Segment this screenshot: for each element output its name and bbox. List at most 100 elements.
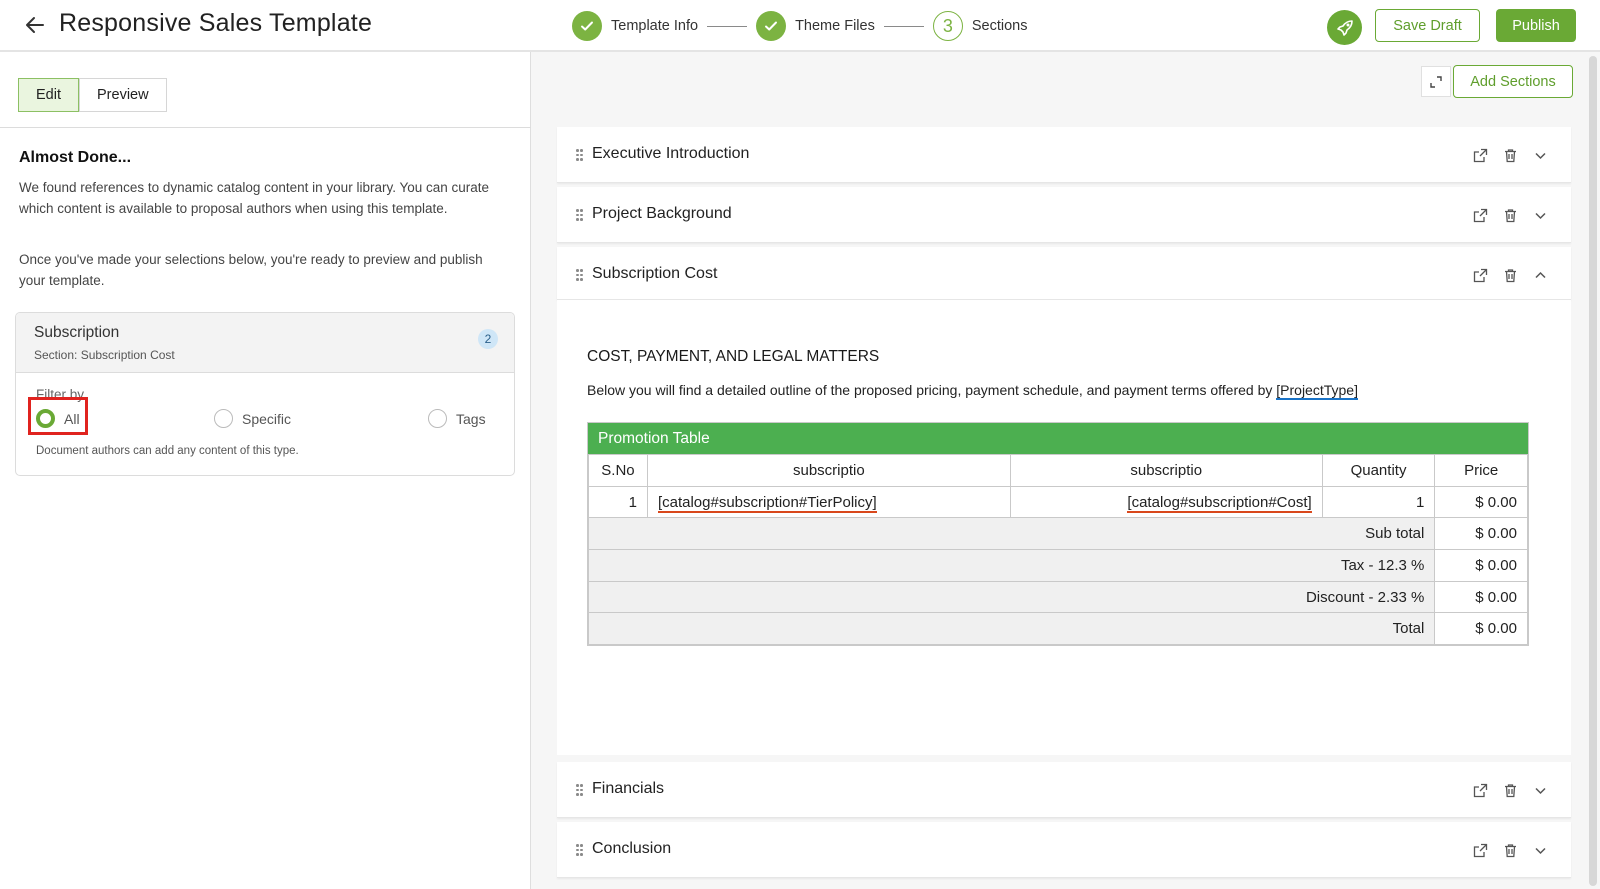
section-content: COST, PAYMENT, AND LEGAL MATTERS Below y…: [557, 300, 1571, 755]
project-type-placeholder[interactable]: [ProjectType]: [1276, 382, 1358, 400]
trash-icon[interactable]: [1502, 842, 1519, 859]
open-external-icon[interactable]: [1472, 842, 1489, 859]
description-text: Below you will find a detailed outline o…: [587, 382, 1273, 398]
trash-icon[interactable]: [1502, 267, 1519, 284]
radio-tags[interactable]: Tags: [428, 409, 486, 428]
check-icon: [756, 11, 787, 41]
section-title: Executive Introduction: [592, 145, 750, 162]
section-conclusion[interactable]: Conclusion: [557, 822, 1571, 878]
promotion-table: Promotion Table S.No subscriptio subscri…: [587, 422, 1529, 647]
section-project-background[interactable]: Project Background: [557, 187, 1571, 243]
section-title: Subscription Cost: [592, 265, 718, 282]
radio-unchecked-icon: [428, 409, 447, 428]
summary-value: $ 0.00: [1434, 612, 1528, 646]
row-sno: 1: [588, 485, 648, 519]
help-text: Document authors can add any content of …: [36, 445, 299, 457]
step-number: 3: [932, 11, 963, 41]
section-subscription-cost[interactable]: Subscription Cost: [557, 247, 1571, 300]
highlight-box: [28, 397, 88, 435]
top-bar: Responsive Sales Template Template Info …: [0, 0, 1600, 52]
content-heading: COST, PAYMENT, AND LEGAL MATTERS: [587, 348, 880, 365]
section-title: Conclusion: [592, 840, 672, 857]
save-draft-button[interactable]: Save Draft: [1375, 9, 1480, 42]
section-executive-introduction[interactable]: Executive Introduction: [557, 127, 1571, 183]
chevron-down-icon[interactable]: [1532, 782, 1549, 799]
summary-row: Discount - 2.33 % $ 0.00: [587, 580, 1528, 614]
radio-all[interactable]: All: [28, 397, 88, 435]
trash-icon[interactable]: [1502, 782, 1519, 799]
expand-icon: [1430, 75, 1442, 88]
summary-value: $ 0.00: [1434, 517, 1528, 551]
check-icon: [572, 11, 602, 41]
radio-specific[interactable]: Specific: [214, 409, 291, 428]
card-header: Subscription Section: Subscription Cost …: [16, 313, 514, 373]
summary-value: $ 0.00: [1434, 549, 1528, 582]
step-theme-files[interactable]: Theme Files: [756, 11, 875, 41]
content-description: Below you will find a detailed outline o…: [587, 382, 1358, 400]
divider: [0, 127, 531, 128]
sections-panel: Add Sections Executive Introduction Proj…: [531, 52, 1600, 889]
section-financials[interactable]: Financials: [557, 762, 1571, 818]
expand-button[interactable]: [1421, 66, 1451, 97]
radio-label: Tags: [456, 410, 486, 427]
column-header: subscriptio: [646, 454, 1011, 487]
summary-row: Total $ 0.00: [587, 612, 1528, 646]
filter-options: All Specific Tags: [28, 397, 496, 435]
back-arrow-icon[interactable]: [22, 12, 48, 38]
card-subtitle: Section: Subscription Cost: [34, 348, 175, 362]
step-template-info[interactable]: Template Info: [572, 11, 698, 41]
chevron-up-icon[interactable]: [1532, 267, 1549, 284]
chevron-down-icon[interactable]: [1532, 207, 1549, 224]
left-panel: Edit Preview Almost Done... We found ref…: [0, 52, 531, 889]
column-header: subscriptio: [1009, 454, 1323, 487]
drag-handle-icon[interactable]: [576, 269, 584, 281]
publish-button[interactable]: Publish: [1496, 9, 1576, 42]
section-title: Project Background: [592, 205, 732, 222]
scrollbar[interactable]: [1589, 56, 1597, 886]
step-sections[interactable]: 3 Sections: [932, 11, 1028, 41]
summary-row: Sub total $ 0.00: [587, 517, 1528, 551]
radio-label: Specific: [242, 410, 292, 427]
catalog-placeholder[interactable]: [catalog#subscription#Cost]: [1127, 493, 1312, 513]
tab-edit[interactable]: Edit: [18, 78, 79, 112]
trash-icon[interactable]: [1502, 147, 1519, 164]
table-title: Promotion Table: [588, 423, 1528, 454]
section-title: Financials: [592, 780, 665, 797]
instructions-paragraph: Once you've made your selections below, …: [19, 252, 483, 288]
chevron-down-icon[interactable]: [1532, 842, 1549, 859]
drag-handle-icon[interactable]: [576, 784, 584, 796]
launch-button[interactable]: [1327, 10, 1362, 45]
summary-row: Tax - 12.3 % $ 0.00: [587, 549, 1528, 582]
column-header: Quantity: [1321, 454, 1436, 487]
summary-label: Discount - 2.33 %: [587, 580, 1436, 614]
count-badge: 2: [478, 329, 498, 349]
step-label: Template Info: [611, 18, 699, 34]
edit-preview-tabs: Edit Preview: [18, 78, 167, 112]
rocket-icon: [1336, 19, 1353, 36]
open-external-icon[interactable]: [1472, 147, 1489, 164]
table-header-row: S.No subscriptio subscriptio Quantity Pr…: [588, 454, 1528, 487]
open-external-icon[interactable]: [1472, 267, 1489, 284]
summary-label: Tax - 12.3 %: [587, 549, 1436, 582]
trash-icon[interactable]: [1502, 207, 1519, 224]
drag-handle-icon[interactable]: [576, 844, 584, 856]
tab-preview[interactable]: Preview: [79, 78, 167, 112]
subscription-card: Subscription Section: Subscription Cost …: [15, 312, 515, 476]
step-connector: [707, 25, 748, 27]
chevron-down-icon[interactable]: [1532, 147, 1549, 164]
open-external-icon[interactable]: [1472, 207, 1489, 224]
drag-handle-icon[interactable]: [576, 149, 584, 161]
table-row: 1 [catalog#subscription#TierPolicy] [cat…: [588, 485, 1528, 519]
summary-label: Total: [587, 612, 1436, 646]
drag-handle-icon[interactable]: [576, 209, 584, 221]
summary-label: Sub total: [587, 517, 1436, 551]
column-header: Price: [1434, 454, 1528, 487]
add-sections-button[interactable]: Add Sections: [1453, 65, 1573, 98]
catalog-placeholder[interactable]: [catalog#subscription#TierPolicy]: [657, 493, 877, 513]
open-external-icon[interactable]: [1472, 782, 1489, 799]
step-label: Sections: [971, 18, 1028, 34]
column-header: S.No: [588, 454, 648, 487]
row-price: $ 0.00: [1434, 485, 1528, 519]
summary-value: $ 0.00: [1434, 580, 1528, 614]
row-quantity: 1: [1321, 485, 1436, 519]
